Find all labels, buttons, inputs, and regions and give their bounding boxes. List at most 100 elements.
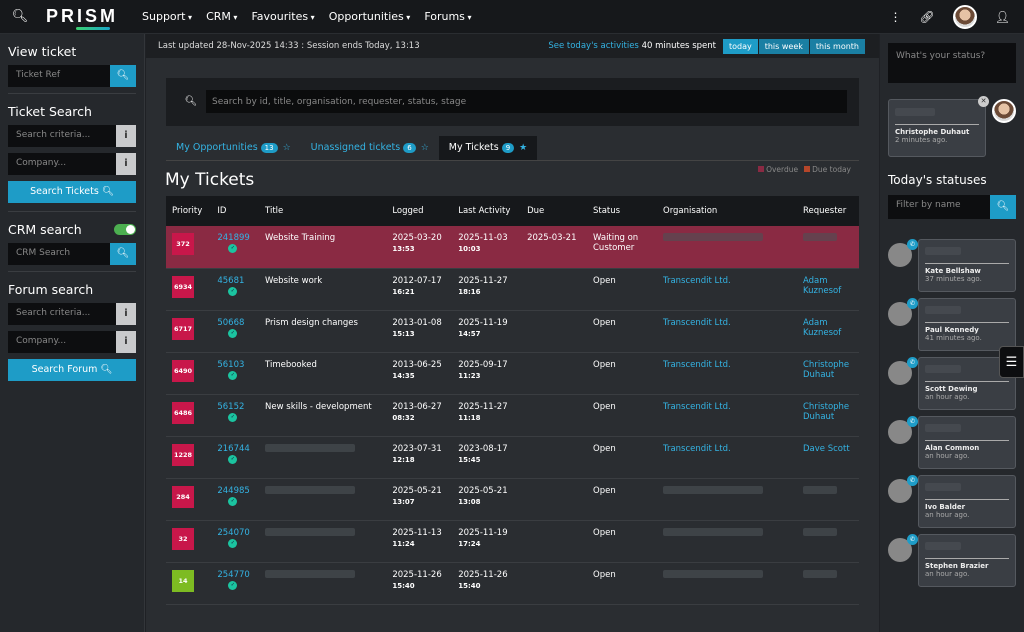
ticket-ref-search-button[interactable]: 🔍︎ [110, 65, 136, 87]
table-row[interactable]: 6934 45681 ✓ Website work 2012-07-17 16:21 202… [166, 268, 859, 311]
info-icon[interactable]: i [116, 125, 136, 147]
column-header[interactable]: Last Activity [452, 196, 522, 226]
requester-link[interactable]: Dave Scott [803, 444, 850, 454]
crm-search-input[interactable]: CRM Search [8, 243, 110, 265]
filter-by-name-input[interactable]: Filter by name [888, 195, 990, 219]
ticket-id-link[interactable]: 216744 [217, 444, 249, 454]
tab-unassigned-tickets[interactable]: Unassigned tickets 6 ☆ [301, 136, 439, 160]
column-header[interactable]: Due [521, 196, 587, 226]
logo[interactable]: PRISM [46, 6, 118, 30]
requester-link[interactable]: Adam Kuznesof [803, 276, 841, 296]
link-icon[interactable]: 🔗︎ [920, 10, 935, 24]
info-icon[interactable]: i [116, 303, 136, 325]
status-dot-icon: ✓ [228, 496, 238, 506]
column-header[interactable]: Requester [797, 196, 859, 226]
requester-link[interactable]: Christophe Duhaut [803, 402, 849, 422]
layers-icon[interactable]: ☰ [999, 346, 1024, 378]
nav-crm[interactable]: CRM [206, 10, 237, 23]
ticket-title[interactable]: Website Training [265, 233, 335, 243]
ticket-id-link[interactable]: 241899 [217, 233, 249, 243]
tab-my-tickets[interactable]: My Tickets 9 ★ [438, 136, 538, 160]
user-menu-icon[interactable]: 👤︎ [995, 10, 1010, 24]
column-header[interactable]: Title [259, 196, 387, 226]
ticket-id-link[interactable]: 56152 [217, 402, 244, 412]
table-row[interactable]: 14 254770 ✓ 2025-11-26 15:40 2025-11-26 15:40 O… [166, 562, 859, 605]
status-time: an hour ago. [925, 452, 970, 460]
status-dot-icon: ✓ [228, 412, 238, 422]
ticket-ref-input[interactable]: Ticket Ref [8, 65, 110, 87]
status-feed-item: ✆ Stephen Brazier an hour ago. [888, 534, 1016, 587]
ticket-title[interactable]: Prism design changes [265, 318, 358, 328]
forum-company-input[interactable]: Company... [8, 331, 116, 353]
organisation-link[interactable]: Transcendit Ltd. [663, 360, 731, 370]
table-row[interactable]: 6490 56103 ✓ Timebooked 2013-06-25 14:35 2025-… [166, 352, 859, 395]
see-activities-link[interactable]: See today's activities [548, 41, 639, 51]
column-header[interactable]: Organisation [657, 196, 797, 226]
table-row[interactable]: 1228 216744 ✓ 2023-07-31 12:18 2023-08-17 15:4… [166, 436, 859, 479]
nav-support[interactable]: Support [142, 10, 192, 23]
logged-date: 2012-07-17 [392, 275, 442, 286]
nav-opportunities[interactable]: Opportunities [329, 10, 411, 23]
ticket-id-link[interactable]: 244985 [217, 486, 249, 496]
organisation-link[interactable]: Transcendit Ltd. [663, 402, 731, 412]
activity-date: 2025-11-03 [458, 233, 508, 243]
requester-link[interactable]: Christophe Duhaut [803, 360, 849, 380]
ticket-id-link[interactable]: 254070 [217, 528, 249, 538]
table-row[interactable]: 6486 56152 ✓ New skills - development 2013-0… [166, 394, 859, 437]
activity-time: 15:40 [458, 581, 481, 590]
table-row[interactable]: 284 244985 ✓ 2025-05-21 13:07 2025-05-21 13:08… [166, 478, 859, 521]
close-icon[interactable]: ✕ [978, 96, 989, 107]
priority-badge: 6934 [172, 275, 194, 298]
phone-icon: ✆ [907, 416, 918, 427]
nav-forums[interactable]: Forums [424, 10, 471, 23]
activity-time: 10:03 [458, 245, 481, 253]
ticket-criteria-input[interactable]: Search criteria... [8, 125, 116, 147]
ticket-status: Open [593, 317, 616, 328]
ticket-id-link[interactable]: 56103 [217, 360, 244, 370]
requester-link[interactable]: Adam Kuznesof [803, 318, 841, 338]
table-row[interactable]: 372 241899 ✓ Website Training 2025-03-20 13:5… [166, 226, 859, 269]
ticket-search-input[interactable]: Search by id, title, organisation, reque… [212, 97, 466, 107]
crm-search-button[interactable]: 🔍︎ [110, 243, 136, 265]
logged-time: 15:40 [392, 581, 415, 590]
user-avatar[interactable] [952, 5, 977, 29]
search-tickets-button[interactable]: Search Tickets 🔍︎ [8, 181, 136, 203]
status-feed-item: ✆ Ivo Balder an hour ago. [888, 475, 1016, 528]
tab-my-opportunities[interactable]: My Opportunities 13 ☆ [166, 136, 301, 160]
phone-icon: ✆ [907, 298, 918, 309]
status-dot-icon: ✓ [228, 454, 238, 464]
ticket-id-link[interactable]: 254770 [217, 570, 249, 580]
organisation-link[interactable]: Transcendit Ltd. [663, 318, 731, 328]
ticket-status: Waiting on Customer [593, 233, 639, 253]
info-icon[interactable]: i [116, 153, 136, 175]
ticket-id-link[interactable]: 45681 [217, 276, 244, 286]
organisation-link[interactable]: Transcendit Ltd. [663, 444, 731, 454]
crm-search-toggle[interactable] [114, 224, 136, 235]
filter-search-button[interactable]: 🔍︎ [990, 195, 1016, 219]
status-input[interactable]: What's your status? [888, 43, 1016, 83]
more-vertical-icon[interactable]: ⋮ [890, 10, 902, 24]
ticket-title[interactable]: Website work [265, 276, 322, 286]
table-row[interactable]: 6717 50668 ✓ Prism design changes 2013-01-08… [166, 310, 859, 353]
avatar [992, 99, 1016, 123]
column-header[interactable]: Priority [166, 196, 212, 226]
info-icon[interactable]: i [116, 331, 136, 353]
avatar: ✆ [888, 475, 918, 503]
organisation-link[interactable]: Transcendit Ltd. [663, 276, 731, 286]
nav-favourites[interactable]: Favourites [251, 10, 314, 23]
forum-criteria-input[interactable]: Search criteria... [8, 303, 116, 325]
ticket-company-input[interactable]: Company... [8, 153, 116, 175]
ticket-id-link[interactable]: 50668 [217, 318, 244, 328]
ticket-title[interactable]: New skills - development [265, 402, 372, 412]
period-today-button[interactable]: today [722, 38, 758, 54]
period-month-button[interactable]: this month [809, 38, 865, 54]
status-person-name: Scott Dewing [925, 385, 978, 393]
table-row[interactable]: 32 254070 ✓ 2025-11-13 11:24 2025-11-19 17:24 O… [166, 520, 859, 563]
search-forum-button[interactable]: Search Forum 🔍︎ [8, 359, 136, 381]
search-icon[interactable]: 🔍︎ [0, 9, 40, 24]
column-header[interactable]: Logged [386, 196, 453, 226]
period-week-button[interactable]: this week [758, 38, 809, 54]
column-header[interactable]: Status [587, 196, 657, 226]
column-header[interactable]: ID [211, 196, 260, 226]
ticket-title[interactable]: Timebooked [265, 360, 317, 370]
